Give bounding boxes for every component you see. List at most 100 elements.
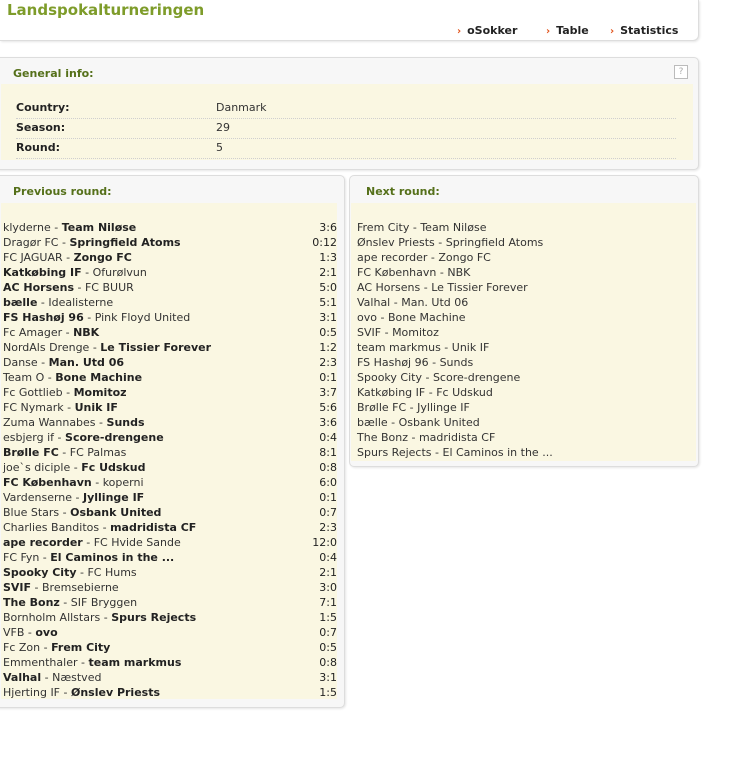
away-team-link[interactable]: Ofurølvun bbox=[93, 266, 147, 279]
away-team-link[interactable]: FC Hums bbox=[87, 566, 136, 579]
match-score[interactable]: 5:1 bbox=[319, 296, 337, 309]
match-score[interactable]: 3:7 bbox=[319, 386, 337, 399]
away-team-link[interactable]: Score-drengene bbox=[433, 371, 520, 384]
fixture-row[interactable]: Frem City - Team Niløse bbox=[357, 221, 687, 236]
nav-table-link[interactable]: › Table bbox=[546, 24, 589, 37]
match-score[interactable]: 5:0 bbox=[319, 281, 337, 294]
home-team-link[interactable]: Blue Stars bbox=[3, 506, 59, 519]
match-row[interactable]: bælle - Idealisterne 5:1 bbox=[3, 296, 337, 311]
match-score[interactable]: 2:1 bbox=[319, 266, 337, 279]
match-score[interactable]: 1:5 bbox=[319, 686, 337, 699]
match-row[interactable]: VFB - ovo 0:7 bbox=[3, 626, 337, 641]
home-team-link[interactable]: Brølle FC bbox=[357, 401, 406, 414]
fixture-row[interactable]: AC Horsens - Le Tissier Forever bbox=[357, 281, 687, 296]
home-team-link[interactable]: FS Hashøj 96 bbox=[3, 311, 84, 324]
home-team-link[interactable]: Valhal bbox=[357, 296, 390, 309]
home-team-link[interactable]: FC Fyn bbox=[3, 551, 39, 564]
match-score[interactable]: 3:1 bbox=[319, 311, 337, 324]
match-score[interactable]: 0:5 bbox=[319, 641, 337, 654]
away-team-link[interactable]: SIF Bryggen bbox=[71, 596, 137, 609]
home-team-link[interactable]: Charlies Banditos bbox=[3, 521, 99, 534]
away-team-link[interactable]: Springfield Atoms bbox=[446, 236, 544, 249]
match-score[interactable]: 1:3 bbox=[319, 251, 337, 264]
fixture-row[interactable]: team markmus - Unik IF bbox=[357, 341, 687, 356]
match-score[interactable]: 0:1 bbox=[319, 491, 337, 504]
match-score[interactable]: 0:4 bbox=[319, 551, 337, 564]
home-team-link[interactable]: Brølle FC bbox=[3, 446, 59, 459]
away-team-link[interactable]: Momitoz bbox=[74, 386, 127, 399]
away-team-link[interactable]: Momitoz bbox=[392, 326, 439, 339]
home-team-link[interactable]: ape recorder bbox=[357, 251, 427, 264]
home-team-link[interactable]: esbjerg if bbox=[3, 431, 54, 444]
home-team-link[interactable]: joe`s diciple bbox=[3, 461, 70, 474]
match-row[interactable]: esbjerg if - Score-drengene 0:4 bbox=[3, 431, 337, 446]
home-team-link[interactable]: bælle bbox=[3, 296, 37, 309]
match-row[interactable]: Blue Stars - Osbank United 0:7 bbox=[3, 506, 337, 521]
fixture-row[interactable]: Ønslev Priests - Springfield Atoms bbox=[357, 236, 687, 251]
away-team-link[interactable]: Man. Utd 06 bbox=[401, 296, 468, 309]
match-row[interactable]: Team O - Bone Machine 0:1 bbox=[3, 371, 337, 386]
away-team-link[interactable]: Bremsebierne bbox=[42, 581, 119, 594]
home-team-link[interactable]: FC København bbox=[357, 266, 436, 279]
match-score[interactable]: 3:6 bbox=[319, 221, 337, 234]
match-row[interactable]: joe`s diciple - Fc Udskud 0:8 bbox=[3, 461, 337, 476]
home-team-link[interactable]: AC Horsens bbox=[357, 281, 420, 294]
away-team-link[interactable]: NBK bbox=[73, 326, 99, 339]
away-team-link[interactable]: El Caminos in the ... bbox=[50, 551, 174, 564]
away-team-link[interactable]: Score-drengene bbox=[65, 431, 164, 444]
match-score[interactable]: 3:0 bbox=[319, 581, 337, 594]
home-team-link[interactable]: The Bonz bbox=[3, 596, 60, 609]
away-team-link[interactable]: Jyllinge IF bbox=[417, 401, 470, 414]
fixture-row[interactable]: Katkøbing IF - Fc Udskud bbox=[357, 386, 687, 401]
fixture-row[interactable]: FC København - NBK bbox=[357, 266, 687, 281]
match-row[interactable]: Emmenthaler - team markmus 0:8 bbox=[3, 656, 337, 671]
match-score[interactable]: 0:1 bbox=[319, 371, 337, 384]
home-team-link[interactable]: bælle bbox=[357, 416, 388, 429]
home-team-link[interactable]: FC København bbox=[3, 476, 92, 489]
match-score[interactable]: 3:1 bbox=[319, 671, 337, 684]
away-team-link[interactable]: Sunds bbox=[107, 416, 145, 429]
match-score[interactable]: 0:12 bbox=[312, 236, 337, 249]
match-row[interactable]: Fc Gottlieb - Momitoz 3:7 bbox=[3, 386, 337, 401]
home-team-link[interactable]: Spooky City bbox=[357, 371, 422, 384]
home-team-link[interactable]: klyderne bbox=[3, 221, 51, 234]
home-team-link[interactable]: Zuma Wannabes bbox=[3, 416, 96, 429]
away-team-link[interactable]: Bone Machine bbox=[55, 371, 142, 384]
home-team-link[interactable]: Valhal bbox=[3, 671, 41, 684]
home-team-link[interactable]: Spurs Rejects bbox=[357, 446, 432, 459]
away-team-link[interactable]: madridista CF bbox=[419, 431, 495, 444]
match-score[interactable]: 6:0 bbox=[319, 476, 337, 489]
match-score[interactable]: 2:1 bbox=[319, 566, 337, 579]
away-team-link[interactable]: Fc Udskud bbox=[436, 386, 493, 399]
away-team-link[interactable]: madridista CF bbox=[110, 521, 196, 534]
away-team-link[interactable]: Unik IF bbox=[75, 401, 118, 414]
home-team-link[interactable]: Fc Zon bbox=[3, 641, 40, 654]
away-team-link[interactable]: Zongo FC bbox=[74, 251, 132, 264]
home-team-link[interactable]: Dragør FC bbox=[3, 236, 58, 249]
home-team-link[interactable]: Vardenserne bbox=[3, 491, 72, 504]
match-score[interactable]: 0:8 bbox=[319, 656, 337, 669]
match-score[interactable]: 0:7 bbox=[319, 626, 337, 639]
away-team-link[interactable]: FC BUUR bbox=[85, 281, 134, 294]
away-team-link[interactable]: Team Niløse bbox=[420, 221, 486, 234]
away-team-link[interactable]: El Caminos in the ... bbox=[443, 446, 553, 459]
away-team-link[interactable]: Frem City bbox=[51, 641, 110, 654]
home-team-link[interactable]: Fc Amager bbox=[3, 326, 62, 339]
home-team-link[interactable]: team markmus bbox=[357, 341, 441, 354]
fixture-row[interactable]: SVIF - Momitoz bbox=[357, 326, 687, 341]
match-row[interactable]: Danse - Man. Utd 06 2:3 bbox=[3, 356, 337, 371]
nav-statistics-link[interactable]: › Statistics bbox=[610, 24, 678, 37]
match-row[interactable]: The Bonz - SIF Bryggen 7:1 bbox=[3, 596, 337, 611]
home-team-link[interactable]: Katkøbing IF bbox=[357, 386, 425, 399]
match-row[interactable]: Fc Zon - Frem City 0:5 bbox=[3, 641, 337, 656]
match-score[interactable]: 12:0 bbox=[312, 536, 337, 549]
match-row[interactable]: Brølle FC - FC Palmas 8:1 bbox=[3, 446, 337, 461]
match-score[interactable]: 2:3 bbox=[319, 356, 337, 369]
match-row[interactable]: FC Fyn - El Caminos in the ... 0:4 bbox=[3, 551, 337, 566]
away-team-link[interactable]: koperni bbox=[103, 476, 144, 489]
fixture-row[interactable]: The Bonz - madridista CF bbox=[357, 431, 687, 446]
away-team-link[interactable]: Man. Utd 06 bbox=[49, 356, 124, 369]
away-team-link[interactable]: Pink Floyd United bbox=[95, 311, 191, 324]
match-row[interactable]: Charlies Banditos - madridista CF 2:3 bbox=[3, 521, 337, 536]
home-team-link[interactable]: NordAls Drenge bbox=[3, 341, 89, 354]
